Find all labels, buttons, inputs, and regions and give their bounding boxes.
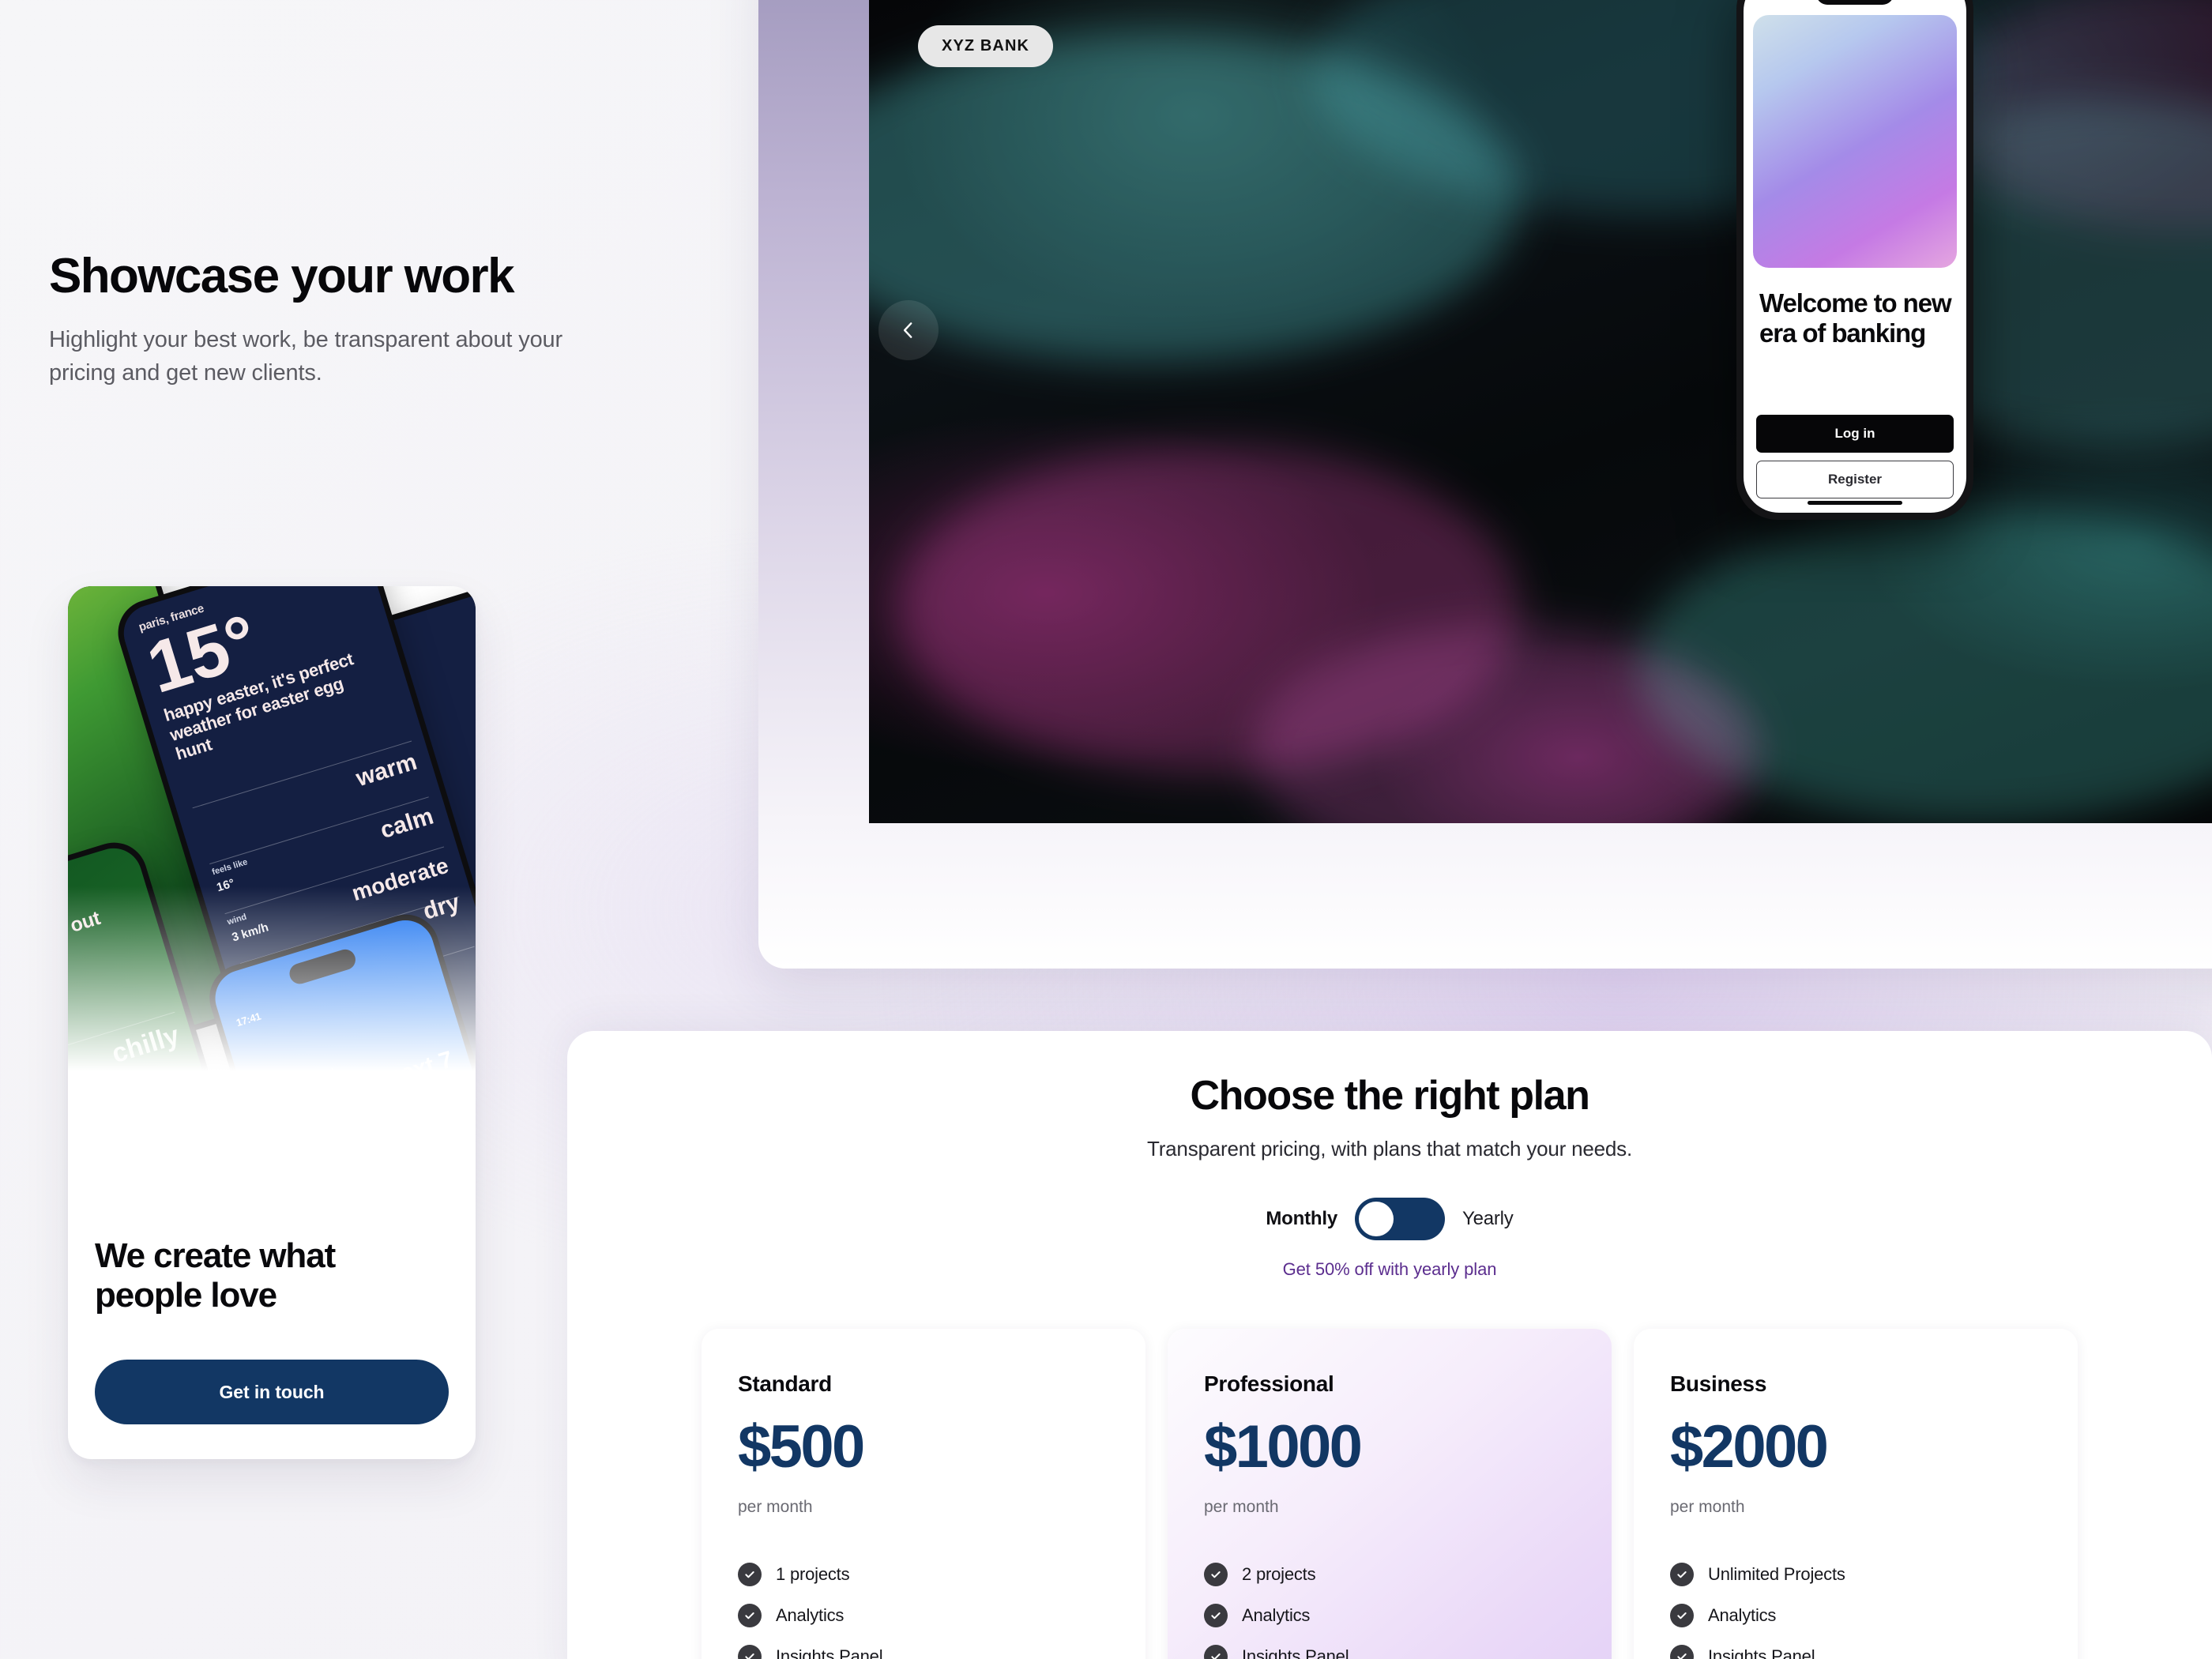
green-phone-word-0: chilly: [108, 1020, 183, 1070]
plan-price: $500: [738, 1413, 865, 1480]
plan-price: $2000: [1670, 1413, 1829, 1480]
navy-tab-search-label: search: [375, 1074, 400, 1089]
navy-metric-value-1: 3 km/h: [230, 920, 270, 945]
pricing-subtitle: Transparent pricing, with plans that mat…: [1147, 1137, 1632, 1161]
work-showcase-card[interactable]: ning, or taking n out chilly calm low dr…: [68, 586, 476, 1459]
check-circle-icon: [738, 1563, 762, 1586]
left-card-title: We create what people love: [95, 1236, 336, 1315]
plan-feature-item: Insights Panel: [1204, 1645, 1575, 1659]
plan-card-business[interactable]: Business $2000 per month Unlimited Proje…: [1634, 1329, 2078, 1659]
plan-feature-item: Analytics: [738, 1604, 1109, 1627]
toggle-knob: [1358, 1202, 1394, 1236]
navy-metric-value-0: 16°: [215, 876, 236, 895]
banking-hero-image: XYZ BANK 9:41: [869, 0, 2212, 823]
calendar-icon: [447, 1039, 462, 1054]
navy-tab-today[interactable]: today: [290, 1076, 338, 1112]
check-circle-icon: [1204, 1563, 1228, 1586]
plan-feature-item: Analytics: [1204, 1604, 1575, 1627]
bank-register-button[interactable]: Register: [1756, 461, 1954, 498]
carousel-prev-button[interactable]: [878, 300, 939, 360]
plan-price: $1000: [1204, 1413, 1363, 1480]
plan-feature-label: Insights Panel: [776, 1646, 883, 1659]
plan-name: Standard: [738, 1371, 832, 1396]
plan-feature-item: 2 projects: [1204, 1563, 1575, 1586]
plan-card-professional[interactable]: Professional $1000 per month 2 projects …: [1168, 1329, 1612, 1659]
navy-tab-weekly[interactable]: weekly: [432, 1033, 476, 1069]
plan-feature-list: Unlimited Projects Analytics Insights Pa…: [1670, 1563, 2041, 1659]
plan-feature-list: 1 projects Analytics Insights Panel Shar…: [738, 1563, 1109, 1659]
navy-tab-today-label: today: [306, 1096, 327, 1110]
plan-feature-item: Unlimited Projects: [1670, 1563, 2041, 1586]
plan-feature-list: 2 projects Analytics Insights Panel Shar…: [1204, 1563, 1575, 1659]
left-card-body: We create what people love Get in touch: [68, 1236, 476, 1459]
pricing-section: Choose the right plan Transparent pricin…: [567, 1031, 2212, 1659]
green-phone-message: ning, or taking n out: [68, 906, 103, 982]
banking-heading: Welcome to new era of banking: [1759, 288, 1952, 348]
plan-feature-label: 1 projects: [776, 1564, 850, 1584]
bank-badge: XYZ BANK: [918, 25, 1054, 67]
sun-icon: [305, 1082, 320, 1097]
billing-toggle-row: Monthly Yearly: [567, 1198, 2212, 1240]
navy-tab-search[interactable]: search: [361, 1055, 409, 1091]
get-in-touch-button[interactable]: Get in touch: [95, 1360, 449, 1424]
navy-metric-value-3: 0%: [261, 1026, 281, 1044]
banking-phone-mockup: 9:41 Welcome to new era of banking Log: [1736, 0, 1973, 520]
navy-metric-word-2: moderate: [348, 852, 452, 906]
toggle-label-monthly[interactable]: Monthly: [1266, 1208, 1337, 1230]
plan-name: Professional: [1204, 1371, 1334, 1396]
project-showcase-card[interactable]: XYZ BANK 9:41: [758, 0, 2212, 969]
blue-phone-message: it's cold for next 7 days: [259, 1046, 456, 1123]
plan-name: Business: [1670, 1371, 1767, 1396]
plan-feature-label: Insights Panel: [1242, 1646, 1349, 1659]
chevron-left-icon: [903, 322, 912, 338]
toggle-label-yearly[interactable]: Yearly: [1462, 1208, 1514, 1230]
check-circle-icon: [1204, 1645, 1228, 1659]
pricing-title: Choose the right plan: [1190, 1073, 1589, 1119]
hero-text-block: Showcase your work Highlight your best w…: [49, 249, 570, 389]
search-icon: [378, 1063, 392, 1073]
blue-phone-city: helsinki, finland: [256, 1065, 337, 1101]
plan-feature-item: Insights Panel: [1670, 1645, 2041, 1659]
billing-period-toggle[interactable]: [1354, 1198, 1445, 1240]
plan-feature-item: 1 projects: [738, 1563, 1109, 1586]
check-circle-icon: [1670, 1604, 1694, 1627]
plan-period: per month: [1670, 1498, 1745, 1516]
navy-metric-label-3: Rain: [256, 1012, 278, 1027]
yearly-promo-text: Get 50% off with yearly plan: [1282, 1259, 1497, 1279]
plan-period: per month: [1204, 1498, 1279, 1516]
plan-card-standard[interactable]: Standard $500 per month 1 projects Analy…: [702, 1329, 1146, 1659]
navy-metric-label-1: wind: [226, 912, 248, 927]
dynamic-island: [1816, 0, 1894, 5]
page-title: Showcase your work: [49, 249, 515, 303]
plan-feature-label: Analytics: [776, 1605, 845, 1625]
check-circle-icon: [738, 1645, 762, 1659]
plan-period: per month: [738, 1498, 813, 1516]
check-circle-icon: [1204, 1604, 1228, 1627]
navy-metric-value-2: 3: [245, 979, 256, 995]
green-phone-word-1: calm: [133, 1079, 201, 1123]
plan-feature-item: Insights Panel: [738, 1645, 1109, 1659]
banking-gradient-art: [1753, 15, 1957, 268]
plan-feature-label: 2 projects: [1242, 1564, 1316, 1584]
navy-metric-label-0: feels like: [210, 857, 249, 878]
navy-metric-word-3: dry: [419, 889, 463, 925]
blue-phone-time: 17:41: [235, 1010, 262, 1029]
plan-feature-label: Insights Panel: [1708, 1646, 1815, 1659]
bank-login-button[interactable]: Log in: [1756, 415, 1954, 453]
blue-phone-mockup: 17:41 helsinki, finland it's cold for ne…: [201, 906, 476, 1123]
plan-feature-label: Unlimited Projects: [1708, 1564, 1845, 1584]
check-circle-icon: [1670, 1645, 1694, 1659]
plan-card-list: Standard $500 per month 1 projects Analy…: [567, 1329, 2212, 1659]
plan-feature-item: Analytics: [1670, 1604, 2041, 1627]
phone-mockup-photo: ning, or taking n out chilly calm low dr…: [68, 586, 476, 1123]
page-subtitle: Highlight your best work, be transparent…: [49, 327, 563, 386]
phone-notch: [287, 946, 359, 987]
plan-feature-label: Analytics: [1708, 1605, 1777, 1625]
navy-metric-label-2: uv index: [241, 957, 278, 977]
navy-tab-weekly-label: weekly: [446, 1051, 471, 1066]
plan-feature-label: Analytics: [1242, 1605, 1311, 1625]
check-circle-icon: [738, 1604, 762, 1627]
home-indicator: [1808, 501, 1902, 505]
check-circle-icon: [1670, 1563, 1694, 1586]
